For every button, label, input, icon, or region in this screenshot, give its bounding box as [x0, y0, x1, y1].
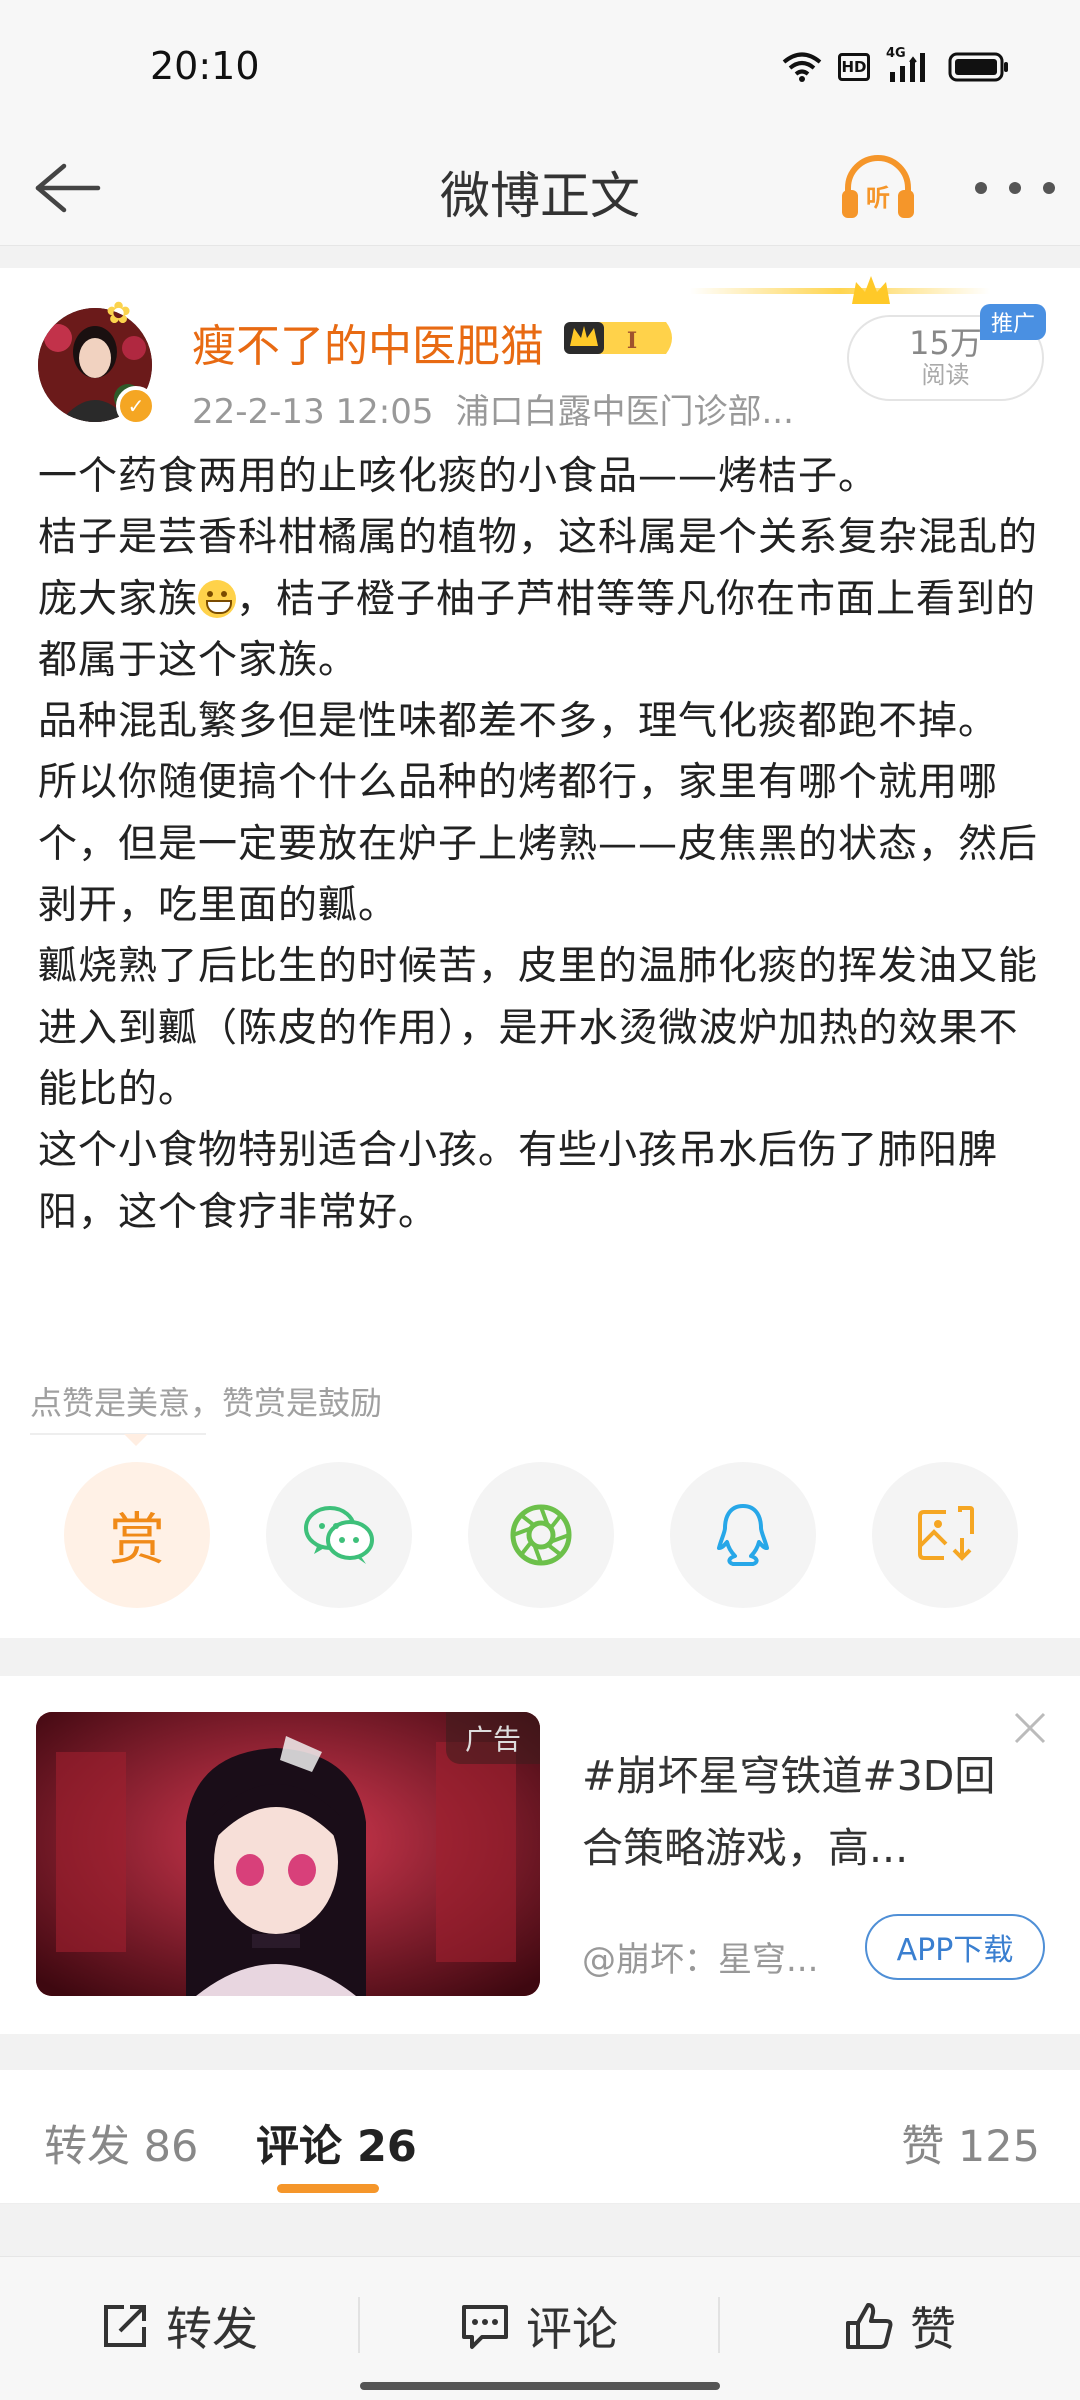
status-icons: HD 4G: [782, 46, 1010, 84]
status-time: 20:10: [150, 44, 260, 88]
post-paragraph: 品种混乱繁多但是性味都差不多，理气化痰都跑不掉。: [38, 699, 999, 745]
moments-icon: [510, 1504, 572, 1566]
app-download-button[interactable]: APP下载: [865, 1914, 1045, 1980]
more-options-button[interactable]: [975, 170, 1055, 206]
ad-tag: 广告: [446, 1712, 540, 1764]
qq-icon: [717, 1504, 769, 1566]
wechat-icon: [304, 1506, 374, 1564]
page-title: 微博正文: [440, 167, 640, 225]
post-paragraph: 这个小食物特别适合小孩。有些小孩吊水后伤了肺阳脾阳，这个食疗非常好。: [38, 1128, 999, 1235]
crown-decoration-line: [690, 288, 990, 294]
post-paragraph: 桔子是芸香科柑橘属的植物，这科属是个关系复杂混乱的庞大家族 ，桔子橙子柚子芦柑等等…: [38, 515, 1039, 683]
vip-crown-icon: I: [564, 322, 672, 354]
post-paragraph: 瓤烧熟了后比生的时候苦，皮里的温肺化痰的挥发油又能进入到瓤（陈皮的作用），是开水…: [38, 944, 1039, 1112]
post-meta: 22-2-13 12:05 浦口白露中医门诊部...: [192, 384, 794, 433]
more-dot-icon: [1043, 182, 1055, 194]
listen-button[interactable]: 听: [838, 150, 918, 226]
home-indicator[interactable]: [360, 2382, 720, 2390]
tab-reposts[interactable]: 转发 86: [44, 2112, 198, 2174]
comment-icon: [462, 2305, 508, 2349]
daisy-decoration-icon: ✿: [106, 296, 132, 331]
more-dot-icon: [975, 182, 987, 194]
hint-pointer: [124, 1434, 148, 1446]
ad-card[interactable]: 广告 #崩坏星穹铁道#3D回合策略游戏，高... @崩坏：星穹... APP下载: [0, 1676, 1080, 2034]
comment-button[interactable]: 评论: [458, 2293, 618, 2359]
post-source[interactable]: 浦口白露中医门诊部...: [456, 392, 794, 432]
more-dot-icon: [1009, 182, 1021, 194]
save-image-icon: [918, 1506, 974, 1561]
tab-likes[interactable]: 赞 125: [901, 2112, 1040, 2174]
thumbs-up-icon: [846, 2303, 893, 2349]
network-label: 4G: [886, 46, 906, 61]
post-body: 一个药食两用的止咳化痰的小食品——烤桔子。 桔子是芸香科柑橘属的植物，这科属是个…: [38, 446, 1048, 1243]
vip-level: I: [627, 328, 637, 354]
share-moments-button[interactable]: [468, 1462, 614, 1608]
grin-emoji-icon: [198, 579, 237, 618]
wifi-icon: [782, 51, 822, 83]
ad-source: @崩坏：星穹...: [582, 1940, 819, 1980]
reward-icon: 赏: [109, 1507, 165, 1573]
promo-tag: 推广: [980, 304, 1046, 340]
svg-text:听: 听: [866, 184, 890, 212]
tab-comments[interactable]: 评论 26: [256, 2112, 417, 2174]
ad-title[interactable]: #崩坏星穹铁道#3D回合策略游戏，高...: [582, 1740, 1022, 1884]
post-date: 22-2-13 12:05: [192, 392, 434, 432]
bottom-divider: [718, 2297, 720, 2353]
interaction-tabs: 转发 86 评论 26 赞 125: [0, 2070, 1080, 2204]
active-tab-indicator: [277, 2184, 379, 2193]
signal-icon: 4G: [886, 46, 932, 84]
reward-button[interactable]: 赏: [64, 1462, 210, 1608]
bottom-divider: [358, 2297, 360, 2353]
like-button[interactable]: 赞: [842, 2293, 956, 2359]
repost-icon: [104, 2305, 146, 2347]
post-card: ✿ ✓ 瘦不了的中医肥猫 I 22-2-13 12:05 浦口白露中医门诊部...…: [0, 268, 1080, 1638]
repost-label: 转发: [166, 2302, 258, 2356]
reward-hint: 点赞是美意，赞赏是鼓励: [30, 1384, 383, 1422]
post-paragraph: 一个药食两用的止咳化痰的小食品——烤桔子。: [38, 454, 879, 499]
comment-label: 评论: [526, 2302, 618, 2356]
crown-icon: [852, 276, 890, 304]
title-bar: 微博正文 听: [0, 130, 1080, 246]
share-row: 赏: [0, 1462, 1080, 1608]
comments-placeholder: [34, 2226, 1046, 2256]
vip-badge[interactable]: I: [562, 316, 680, 360]
ad-image[interactable]: 广告: [36, 1712, 540, 1996]
author-name[interactable]: 瘦不了的中医肥猫: [192, 310, 544, 374]
battery-icon: [948, 51, 1010, 83]
repost-button[interactable]: 转发: [98, 2293, 258, 2359]
headphones-icon: 听: [842, 155, 914, 218]
hint-divider: [30, 1433, 206, 1435]
hd-badge: HD: [838, 53, 870, 81]
read-count-label: 阅读: [921, 361, 970, 389]
post-paragraph: 所以你随便搞个什么品种的烤都行，家里有哪个就用哪个，但是一定要放在炉子上烤熟——…: [38, 760, 1039, 929]
save-image-button[interactable]: [872, 1462, 1018, 1608]
like-label: 赞: [910, 2302, 956, 2356]
status-bar: 20:10 HD 4G: [0, 0, 1080, 130]
share-qq-button[interactable]: [670, 1462, 816, 1608]
bottom-action-bar: 转发 评论 赞: [0, 2256, 1080, 2400]
share-wechat-button[interactable]: [266, 1462, 412, 1608]
verified-badge-icon: ✓: [116, 386, 156, 426]
